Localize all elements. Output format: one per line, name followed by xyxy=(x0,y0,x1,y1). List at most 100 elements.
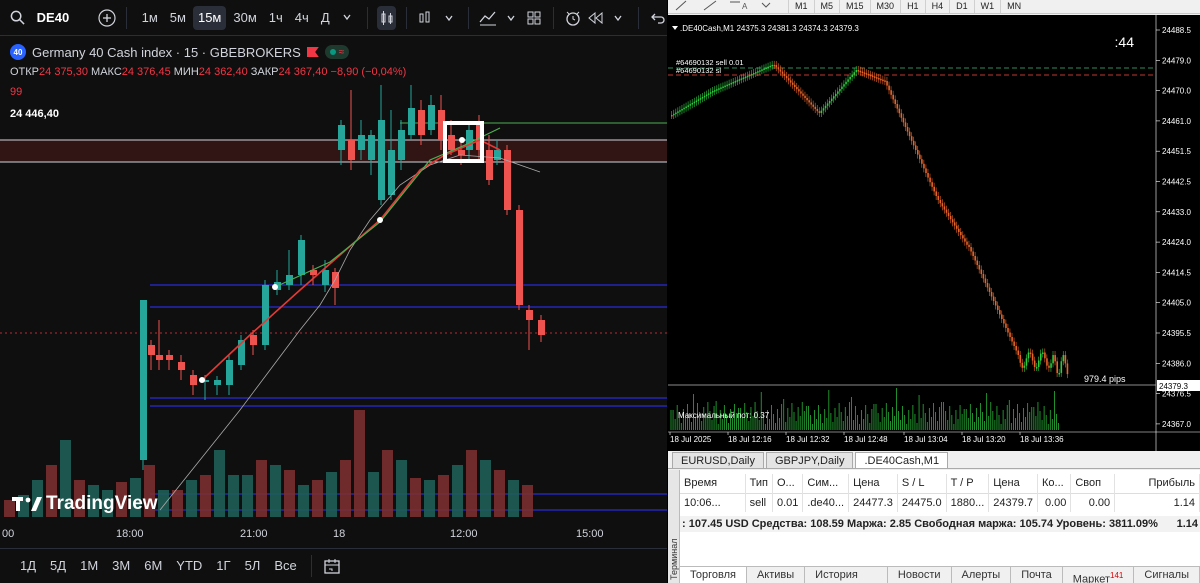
mt-candle-body xyxy=(748,74,751,77)
range-3[interactable]: 3М xyxy=(106,554,136,578)
tv-price-chart[interactable] xyxy=(0,37,667,517)
chevron-down-icon[interactable] xyxy=(609,6,628,30)
drawing-tools-icon[interactable]: A xyxy=(668,0,788,13)
mt-timeframe-1[interactable]: M5 xyxy=(813,0,840,13)
tradingview-logo[interactable]: TradingView xyxy=(12,493,158,515)
column-header[interactable]: Сим... xyxy=(802,474,850,493)
volume-bar xyxy=(452,465,463,517)
timeframe-3[interactable]: 30м xyxy=(228,6,261,30)
volume-bar xyxy=(172,490,183,517)
chevron-down-icon[interactable] xyxy=(337,6,357,30)
terminal-tab-6[interactable]: Маркет141 xyxy=(1063,567,1135,583)
timeframe-5[interactable]: 4ч xyxy=(290,6,314,30)
chart-tab-1[interactable]: GBPJPY,Daily xyxy=(765,452,854,468)
mt-timeframe-5[interactable]: H4 xyxy=(924,0,950,13)
column-header[interactable]: S / L xyxy=(897,474,947,493)
bar-style-icon[interactable] xyxy=(417,6,436,30)
mt-candle-body xyxy=(919,154,921,160)
add-symbol-icon[interactable] xyxy=(97,6,116,30)
terminal-tab-label: Сигналы xyxy=(1144,569,1189,581)
timeframe-1[interactable]: 5м xyxy=(165,6,191,30)
range-7[interactable]: 5Л xyxy=(239,554,267,578)
mt-timeframe-3[interactable]: M30 xyxy=(869,0,901,13)
instrument-legend: 40 Germany 40 Cash index · 15 · GBEBROKE… xyxy=(10,44,350,60)
replay-icon[interactable] xyxy=(586,6,605,30)
range-2[interactable]: 1М xyxy=(74,554,104,578)
mt-timeframe-0[interactable]: M1 xyxy=(788,0,814,13)
column-header[interactable]: Цена xyxy=(988,474,1039,493)
mt-candle-body xyxy=(775,65,778,68)
timeframe-0[interactable]: 1м xyxy=(137,6,163,30)
indicators-icon[interactable] xyxy=(479,6,498,30)
mt-candle-body xyxy=(701,97,704,99)
mt-timeframe-4[interactable]: H1 xyxy=(900,0,925,13)
mt-candle-body xyxy=(867,74,870,76)
chevron-down-icon[interactable] xyxy=(440,6,459,30)
mt-timeframe-7[interactable]: W1 xyxy=(973,0,1001,13)
time-tick-label: 18 Jul 12:48 xyxy=(844,435,888,444)
mt-price-chart[interactable]: .DE40Cash,M1 24375.3 24381.3 24374.3 243… xyxy=(668,15,1200,451)
column-header[interactable]: Время xyxy=(680,474,746,493)
terminal-tab-4[interactable]: Алерты xyxy=(952,567,1012,583)
mt-candle-body xyxy=(898,108,901,114)
market-status-badge[interactable]: ≈ xyxy=(324,45,350,59)
range-1[interactable]: 5Д xyxy=(44,554,72,578)
column-header[interactable]: Ко... xyxy=(1037,474,1072,493)
undo-icon[interactable] xyxy=(648,6,667,30)
terminal-tab-2[interactable]: История Счета xyxy=(805,567,888,583)
terminal-tab-3[interactable]: Новости xyxy=(888,567,952,583)
mt-candle-body xyxy=(841,86,843,89)
column-header[interactable]: Прибыль xyxy=(1114,474,1200,493)
time-axis[interactable]: 00 18:00 21:00 18 12:00 15:00 xyxy=(0,526,667,544)
chart-tab-0[interactable]: EURUSD,Daily xyxy=(672,452,764,468)
mt-timeframe-2[interactable]: M15 xyxy=(839,0,870,13)
mt-candle-body xyxy=(980,269,983,274)
mt-candle-body xyxy=(673,113,675,116)
table-row[interactable]: 10:06... sell 0.01 .de40... 24477.3 24475.0 18… xyxy=(680,493,1200,512)
timeframe-4[interactable]: 1ч xyxy=(264,6,288,30)
mt-candle-body xyxy=(804,95,806,98)
terminal-tab-label: Новости xyxy=(897,569,941,581)
mt-candle-body xyxy=(962,235,964,239)
price-line-label: 24 446,40 xyxy=(10,108,59,120)
column-header[interactable]: Цена xyxy=(848,474,898,493)
column-header[interactable]: Своп xyxy=(1070,474,1116,493)
range-8[interactable]: Все xyxy=(268,554,302,578)
instrument-title[interactable]: Germany 40 Cash index · 15 · GBEBROKERS xyxy=(32,45,301,60)
mt-timeframe-6[interactable]: D1 xyxy=(949,0,974,13)
column-header[interactable]: Тип xyxy=(745,474,773,493)
terminal-sidebar[interactable]: Терминал xyxy=(668,470,680,583)
range-5[interactable]: YTD xyxy=(170,554,208,578)
mt-candle-body xyxy=(714,90,716,92)
alert-clock-icon[interactable] xyxy=(564,6,583,30)
search-icon[interactable] xyxy=(8,6,27,30)
chevron-down-icon[interactable] xyxy=(502,6,521,30)
timeframe-6[interactable]: Д xyxy=(316,6,335,30)
volume-bar xyxy=(368,472,379,517)
terminal-tab-7[interactable]: Сигналы xyxy=(1134,567,1200,583)
mt-candle-body xyxy=(816,109,819,112)
range-6[interactable]: 1Г xyxy=(210,554,236,578)
timeframe-2[interactable]: 15м xyxy=(192,5,227,30)
date-range-icon[interactable] xyxy=(320,554,344,578)
mt-candle-body xyxy=(976,260,979,265)
terminal-tab-0[interactable]: Торговля xyxy=(680,567,747,583)
candles-icon[interactable] xyxy=(377,5,397,30)
range-4[interactable]: 6М xyxy=(138,554,168,578)
terminal-tab-1[interactable]: Активы xyxy=(747,567,806,583)
column-header[interactable]: О... xyxy=(772,474,804,493)
mt-candle-body xyxy=(939,200,942,204)
mt-candle-body xyxy=(982,274,985,279)
chart-tab-2[interactable]: .DE40Cash,M1 xyxy=(855,452,949,468)
mt-candle-body xyxy=(1042,352,1044,355)
terminal-tab-5[interactable]: Почта xyxy=(1011,567,1063,583)
mt-candle-body xyxy=(941,203,944,207)
mt-timeframe-8[interactable]: MN xyxy=(1000,0,1027,13)
layout-grid-icon[interactable] xyxy=(524,6,543,30)
column-header[interactable]: T / P xyxy=(946,474,990,493)
volume-bar xyxy=(438,475,449,517)
countdown-timer: :44 xyxy=(1115,34,1135,50)
range-0[interactable]: 1Д xyxy=(14,554,42,578)
mt-candle-body xyxy=(1007,328,1009,333)
symbol-name[interactable]: DE40 xyxy=(37,10,70,25)
